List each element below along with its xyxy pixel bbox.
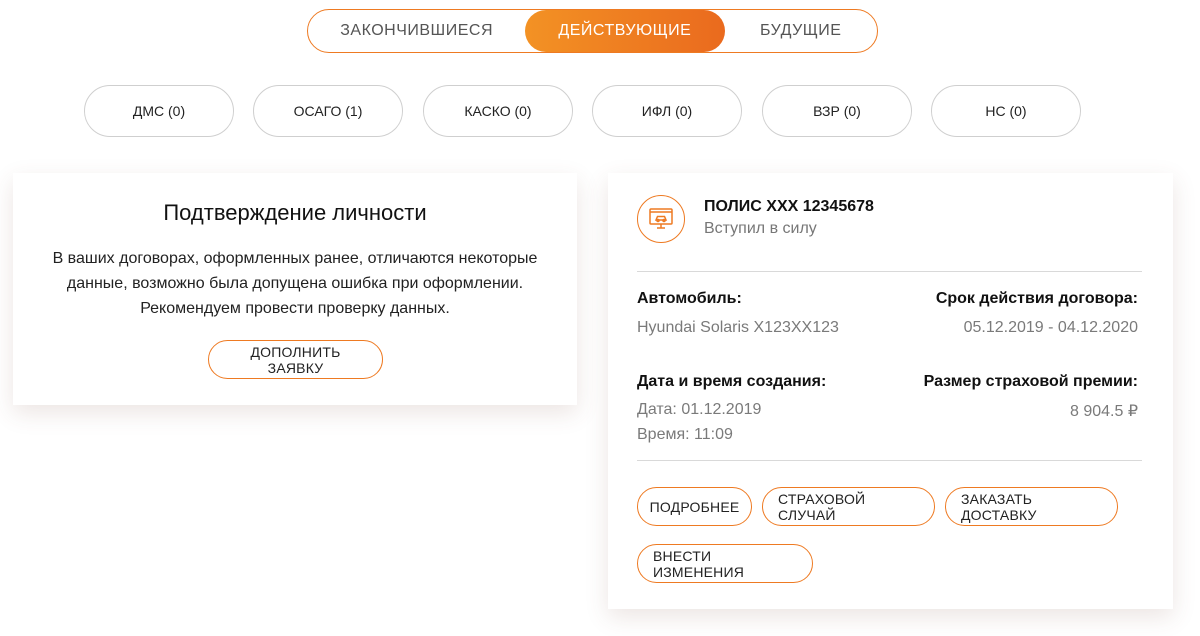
term-value: 05.12.2019 - 04.12.2020 [963,319,1138,336]
category-dms[interactable]: ДМС (0) [84,85,234,137]
category-ns[interactable]: НС (0) [931,85,1081,137]
created-label: Дата и время создания: [637,373,827,390]
policy-status: Вступил в силу [704,220,817,237]
premium-value: 8 904.5 ₽ [1069,403,1138,420]
identity-text: В ваших договорах, оформленных ранее, от… [52,250,538,317]
tab-active[interactable]: ДЕЙСТВУЮЩИЕ [525,10,725,52]
term-label: Срок действия договора: [935,290,1138,307]
car-policy-icon-graphic [649,208,673,229]
order-delivery-button[interactable]: ЗАКАЗАТЬ ДОСТАВКУ [945,487,1118,526]
category-ifl[interactable]: ИФЛ (0) [592,85,742,137]
insured-event-button[interactable]: СТРАХОВОЙ СЛУЧАЙ [762,487,935,526]
created-time: Время: 11:09 [637,426,733,443]
car-policy-icon [637,195,685,243]
divider [637,460,1142,461]
details-button[interactable]: ПОДРОБНЕЕ [637,487,752,526]
make-changes-button[interactable]: ВНЕСТИ ИЗМЕНЕНИЯ [637,544,813,583]
car-value: Hyundai Solaris Х123ХХ123 [637,319,839,336]
category-osago[interactable]: ОСАГО (1) [253,85,403,137]
policy-card: ПОЛИС ХХХ 12345678 Вступил в силу Автомо… [608,173,1173,609]
identity-title: Подтверждение личности [163,200,427,225]
divider [637,271,1142,272]
identity-card: Подтверждение личности В ваших договорах… [13,173,577,405]
premium-label: Размер страховой премии: [923,373,1138,390]
tab-future[interactable]: БУДУЩИЕ [725,10,877,52]
status-tabs: ЗАКОНЧИВШИЕСЯ ДЕЙСТВУЮЩИЕ БУДУЩИЕ [307,9,878,53]
policy-title: ПОЛИС ХХХ 12345678 [704,198,874,215]
car-label: Автомобиль: [637,290,742,307]
category-kasko[interactable]: КАСКО (0) [423,85,573,137]
category-vzr[interactable]: ВЗР (0) [762,85,912,137]
complete-request-button[interactable]: ДОПОЛНИТЬ ЗАЯВКУ [208,340,383,379]
tab-expired[interactable]: ЗАКОНЧИВШИЕСЯ [308,10,525,52]
created-date: Дата: 01.12.2019 [637,401,762,418]
